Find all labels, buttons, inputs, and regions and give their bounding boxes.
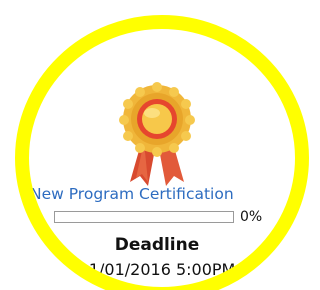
deadline-label: Deadline [114, 235, 200, 255]
course-title-link[interactable]: New Program Certification [30, 185, 290, 203]
course-card: New Program Certification 0% Deadline 11… [0, 0, 314, 290]
award-medal-icon [119, 82, 195, 186]
progress-bar [54, 211, 234, 223]
deadline-value: 11/01/2016 5:00PM [78, 260, 236, 279]
progress-percent: 0% [240, 209, 263, 225]
